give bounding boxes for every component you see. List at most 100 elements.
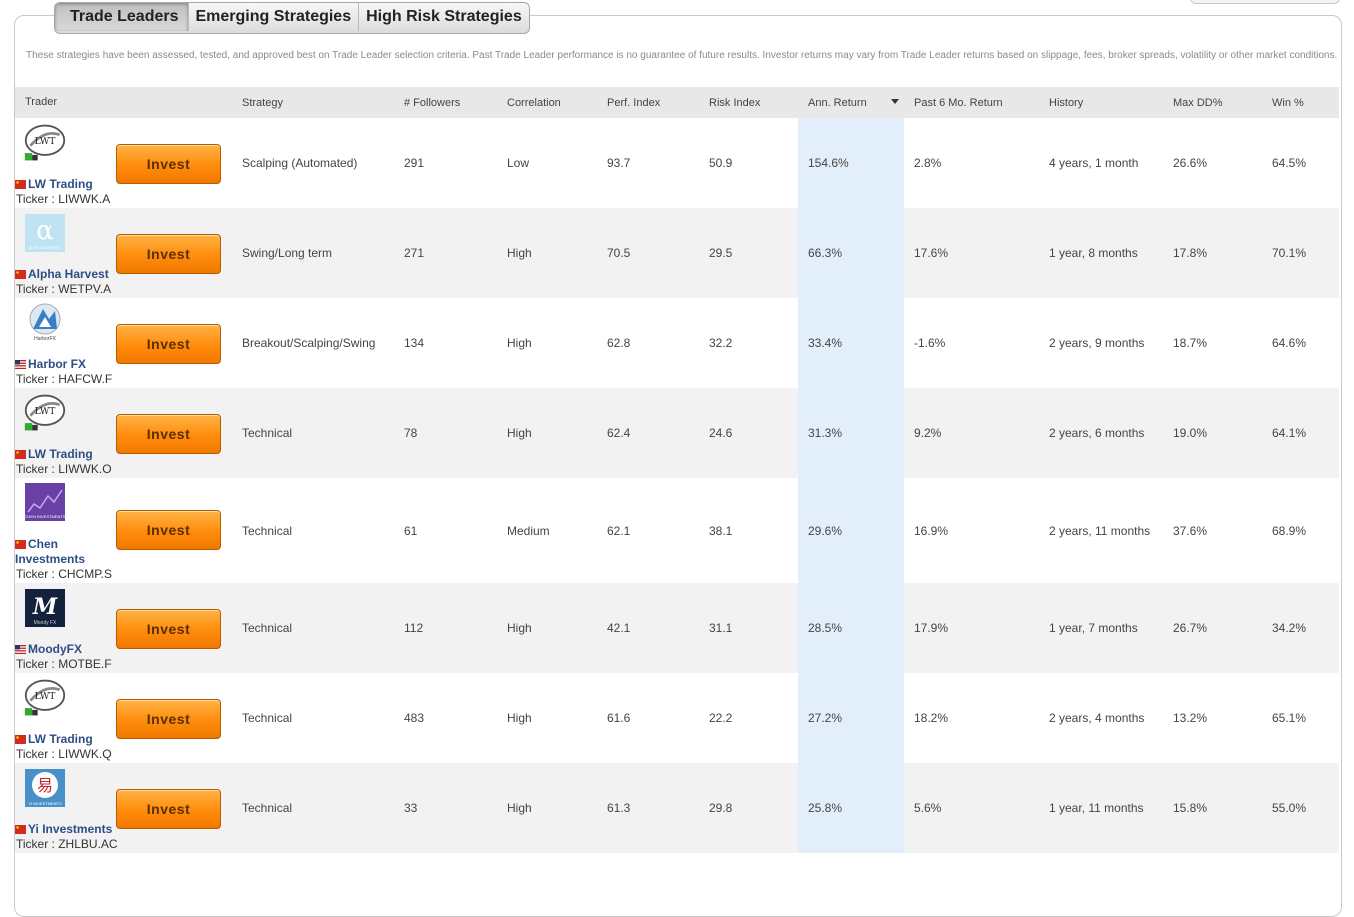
invest-button[interactable]: Invest <box>116 699 221 739</box>
invest-button[interactable]: Invest <box>116 789 221 829</box>
china-flag-icon <box>15 450 26 459</box>
followers-cell: 483 <box>394 673 497 763</box>
svg-text:易: 易 <box>37 776 53 795</box>
trader-name-link[interactable]: Harbor FX <box>15 357 86 372</box>
history-cell: 1 year, 11 months <box>1039 763 1163 853</box>
ann-return-cell: 28.5% <box>798 583 904 673</box>
win-pct-cell: 70.1% <box>1262 208 1339 298</box>
perf-index-cell: 70.5 <box>597 208 699 298</box>
svg-text:ALPHA HARVEST: ALPHA HARVEST <box>29 245 62 250</box>
max-dd-cell: 17.8% <box>1163 208 1262 298</box>
strategy-cell: Technical <box>232 388 394 478</box>
trader-name-link[interactable]: LW Trading <box>15 447 93 462</box>
column-header-perf-index[interactable]: Perf. Index <box>597 87 699 118</box>
max-dd-cell: 15.8% <box>1163 763 1262 853</box>
trader-cell: 易 YI INVESTMENTS Invest Yi Investments Ti… <box>15 763 232 853</box>
column-header-past-6-mo-return[interactable]: Past 6 Mo. Return <box>904 87 1039 118</box>
strategy-cell: Swing/Long term <box>232 208 394 298</box>
strategy-cell: Scalping (Automated) <box>232 118 394 208</box>
history-cell: 2 years, 6 months <box>1039 388 1163 478</box>
column-header-win-pct[interactable]: Win % <box>1262 87 1339 118</box>
max-dd-cell: 19.0% <box>1163 388 1262 478</box>
china-flag-icon <box>15 825 26 834</box>
svg-text:HarborFX: HarborFX <box>34 336 56 342</box>
svg-text:M: M <box>32 594 58 620</box>
correlation-cell: High <box>497 208 597 298</box>
china-flag-icon <box>15 540 26 549</box>
ann-return-cell: 33.4% <box>798 298 904 388</box>
table-row: 易 YI INVESTMENTS Invest Yi Investments Ti… <box>15 763 1339 853</box>
risk-index-cell: 29.8 <box>699 763 798 853</box>
trader-cell: LWT Invest LW Trading Ticker : LIWWK.O <box>15 388 232 478</box>
tab-trade-leaders[interactable]: Trade Leaders <box>55 3 188 31</box>
table-row: CHEN INVESTMENTS Invest Chen Investments… <box>15 478 1339 583</box>
column-header-followers[interactable]: # Followers <box>394 87 497 118</box>
trader-name-link[interactable]: LW Trading <box>15 177 93 192</box>
max-dd-cell: 37.6% <box>1163 478 1262 583</box>
risk-index-cell: 50.9 <box>699 118 798 208</box>
trader-cell: M Moody FX Invest MoodyFX Ticker : MOTBE.… <box>15 583 232 673</box>
lwt-logo[interactable]: LWT <box>23 678 67 718</box>
chen-logo[interactable]: CHEN INVESTMENTS <box>23 482 67 522</box>
trader-name-link[interactable]: LW Trading <box>15 732 93 747</box>
max-dd-cell: 18.7% <box>1163 298 1262 388</box>
max-dd-cell: 26.7% <box>1163 583 1262 673</box>
alpha-harvest-logo[interactable]: α ALPHA HARVEST <box>23 213 67 253</box>
invest-button[interactable]: Invest <box>116 609 221 649</box>
strategy-tabs: Trade Leaders Emerging Strategies High R… <box>54 2 530 34</box>
ticker-label: Ticker : HAFCW.F <box>16 372 113 386</box>
trader-cell: CHEN INVESTMENTS Invest Chen Investments… <box>15 478 232 583</box>
risk-index-cell: 31.1 <box>699 583 798 673</box>
win-pct-cell: 34.2% <box>1262 583 1339 673</box>
lwt-logo-text: LWT <box>35 691 57 702</box>
moody-fx-logo[interactable]: M Moody FX <box>23 588 67 628</box>
invest-button[interactable]: Invest <box>116 510 221 550</box>
correlation-cell: High <box>497 673 597 763</box>
invest-button[interactable]: Invest <box>116 324 221 364</box>
trader-name-link[interactable]: MoodyFX <box>15 642 82 657</box>
history-cell: 2 years, 4 months <box>1039 673 1163 763</box>
china-flag-icon <box>15 270 26 279</box>
table-row: HarborFX Invest Harbor FX Ticker : HAFCW… <box>15 298 1339 388</box>
invest-button[interactable]: Invest <box>116 234 221 274</box>
tab-emerging-strategies[interactable]: Emerging Strategies <box>187 3 359 31</box>
strategy-cell: Technical <box>232 763 394 853</box>
past-6-mo-return-cell: 17.9% <box>904 583 1039 673</box>
max-dd-cell: 26.6% <box>1163 118 1262 208</box>
ticker-label: Ticker : WETPV.A <box>16 282 112 296</box>
history-cell: 2 years, 9 months <box>1039 298 1163 388</box>
column-header-trader[interactable]: Trader <box>15 87 232 118</box>
disclaimer-text: These strategies have been assessed, tes… <box>26 50 1338 61</box>
history-cell: 4 years, 1 month <box>1039 118 1163 208</box>
lwt-logo[interactable]: LWT <box>23 393 67 433</box>
column-header-history[interactable]: History <box>1039 87 1163 118</box>
past-6-mo-return-cell: 5.6% <box>904 763 1039 853</box>
column-header-strategy[interactable]: Strategy <box>232 87 394 118</box>
yi-logo[interactable]: 易 YI INVESTMENTS <box>23 768 67 808</box>
tab-high-risk-strategies[interactable]: High Risk Strategies <box>358 3 529 31</box>
win-pct-cell: 64.5% <box>1262 118 1339 208</box>
lwt-logo[interactable]: LWT <box>23 123 67 163</box>
lwt-logo-text: LWT <box>35 406 57 417</box>
trader-name-link[interactable]: Alpha Harvest <box>15 267 109 282</box>
column-header-ann-return[interactable]: Ann. Return <box>798 87 904 118</box>
column-header-correlation[interactable]: Correlation <box>497 87 597 118</box>
table-row: α ALPHA HARVEST Invest Alpha Harvest Tick… <box>15 208 1339 298</box>
column-header-risk-index[interactable]: Risk Index <box>699 87 798 118</box>
svg-text:Moody FX: Moody FX <box>34 620 57 626</box>
ann-return-cell: 66.3% <box>798 208 904 298</box>
trader-name-link[interactable]: Chen Investments <box>15 537 105 567</box>
invest-button[interactable]: Invest <box>116 144 221 184</box>
column-header-max-dd[interactable]: Max DD% <box>1163 87 1262 118</box>
perf-index-cell: 62.1 <box>597 478 699 583</box>
table-row: LWT Invest LW Trading Ticker : LIWWK.Q T… <box>15 673 1339 763</box>
trader-name-link[interactable]: Yi Investments <box>15 822 112 837</box>
invest-button[interactable]: Invest <box>116 414 221 454</box>
top-right-button[interactable] <box>1190 0 1340 4</box>
risk-index-cell: 22.2 <box>699 673 798 763</box>
risk-index-cell: 24.6 <box>699 388 798 478</box>
history-cell: 2 years, 11 months <box>1039 478 1163 583</box>
correlation-cell: High <box>497 298 597 388</box>
perf-index-cell: 62.4 <box>597 388 699 478</box>
harbor-fx-logo[interactable]: HarborFX <box>23 303 67 343</box>
